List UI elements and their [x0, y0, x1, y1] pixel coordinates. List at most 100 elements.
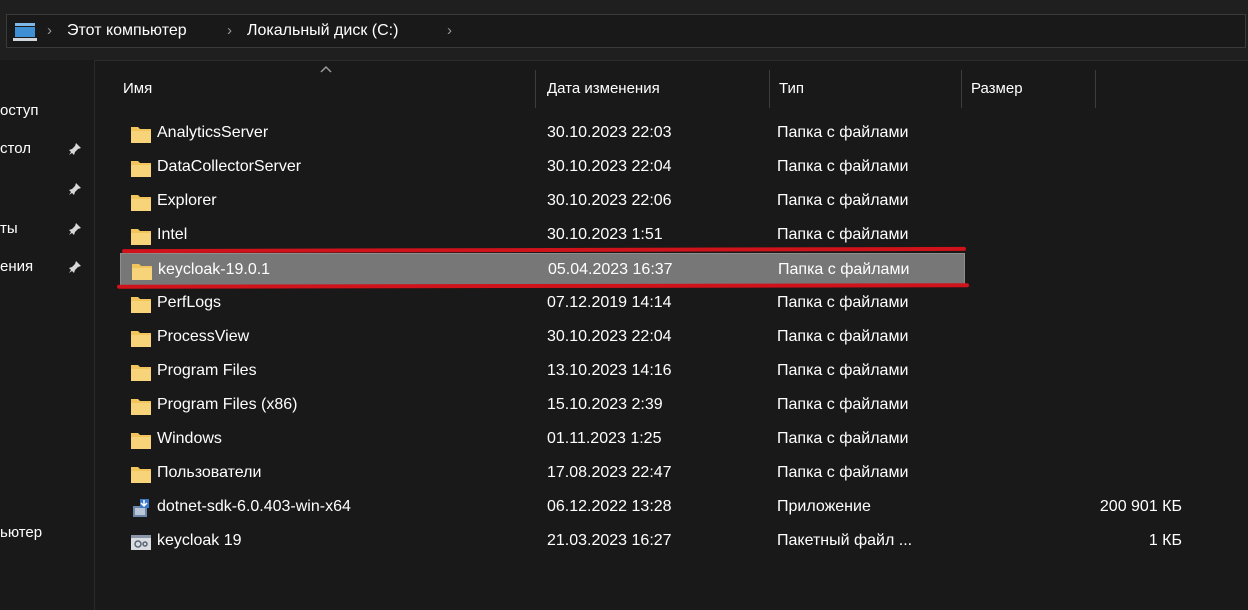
file-row[interactable]: PerfLogs 07.12.2019 14:14 Папка с файлам…	[120, 287, 965, 321]
folder-icon	[131, 433, 151, 449]
file-list: Имя Дата изменения Тип Размер AnalyticsS…	[95, 60, 1248, 610]
column-divider[interactable]	[961, 70, 962, 108]
file-type: Папка с файлами	[777, 226, 909, 243]
column-header-name[interactable]: Имя	[123, 80, 152, 97]
folder-icon	[131, 161, 151, 177]
column-header-type[interactable]: Тип	[779, 80, 804, 97]
this-pc-icon[interactable]	[11, 21, 39, 43]
file-type: Папка с файлами	[777, 362, 909, 379]
nav-item-pinned[interactable]	[0, 178, 94, 202]
file-type: Папка с файлами	[777, 158, 909, 175]
file-date: 17.08.2023 22:47	[547, 464, 672, 481]
file-type: Папка с файлами	[777, 192, 909, 209]
address-bar: › Этот компьютер › Локальный диск (C:) ›	[0, 0, 1248, 61]
chevron-right-icon: ›	[227, 22, 232, 39]
pin-icon	[69, 223, 81, 235]
file-date: 07.12.2019 14:14	[547, 294, 672, 311]
column-divider[interactable]	[769, 70, 770, 108]
column-header-date[interactable]: Дата изменения	[547, 80, 660, 97]
file-size: 1 КБ	[1148, 532, 1182, 549]
file-row-selected[interactable]: keycloak-19.0.1 05.04.2023 16:37 Папка с…	[120, 253, 965, 287]
file-row[interactable]: AnalyticsServer 30.10.2023 22:03 Папка с…	[120, 117, 965, 151]
nav-item-desktop[interactable]: стол	[0, 138, 94, 162]
file-name: Intel	[157, 226, 188, 243]
chevron-right-icon[interactable]: ›	[447, 22, 452, 39]
file-date: 21.03.2023 16:27	[547, 532, 672, 549]
nav-item-label: ения	[0, 258, 34, 275]
file-date: 30.10.2023 22:06	[547, 192, 672, 209]
file-name: ProcessView	[157, 328, 250, 345]
nav-item-label: стол	[0, 140, 31, 157]
file-name: Program Files	[157, 362, 257, 379]
folder-icon	[131, 467, 151, 483]
pin-icon	[69, 183, 81, 195]
column-header-size[interactable]: Размер	[971, 80, 1023, 97]
folder-icon	[131, 195, 151, 211]
nav-item-label: оступ	[0, 102, 39, 119]
nav-item-label: ты	[0, 220, 18, 237]
file-type: Папка с файлами	[777, 328, 909, 345]
installer-icon	[133, 499, 149, 517]
navigation-pane: оступ стол ты ения ьютер	[0, 60, 95, 610]
file-type: Папка с файлами	[777, 124, 909, 141]
folder-icon	[131, 127, 151, 143]
file-row[interactable]: DataCollectorServer 30.10.2023 22:04 Пап…	[120, 151, 965, 185]
nav-item-this-pc[interactable]: ьютер	[0, 522, 94, 546]
file-name: AnalyticsServer	[157, 124, 269, 141]
folder-icon	[131, 399, 151, 415]
file-type: Папка с файлами	[777, 396, 909, 413]
file-name: DataCollectorServer	[157, 158, 302, 175]
folder-icon	[132, 264, 152, 280]
file-row[interactable]: Explorer 30.10.2023 22:06 Папка с файлам…	[120, 185, 965, 219]
chevron-right-icon: ›	[47, 22, 52, 39]
file-row[interactable]: Program Files (x86) 15.10.2023 2:39 Папк…	[120, 389, 965, 423]
pin-icon	[69, 261, 81, 273]
file-row[interactable]: ProcessView 30.10.2023 22:04 Папка с фай…	[120, 321, 965, 355]
batch-file-icon	[131, 535, 151, 550]
folder-icon	[131, 365, 151, 381]
folder-icon	[131, 297, 151, 313]
file-type: Приложение	[777, 498, 871, 515]
file-row[interactable]: Windows 01.11.2023 1:25 Папка с файлами	[120, 423, 965, 457]
nav-item-documents[interactable]: ты	[0, 218, 94, 242]
file-name: PerfLogs	[157, 294, 222, 311]
file-type: Пакетный файл ...	[777, 532, 913, 549]
file-name: Program Files (x86)	[157, 396, 298, 413]
file-name: Пользователи	[157, 464, 262, 481]
file-date: 30.10.2023 1:51	[547, 226, 663, 243]
address-field[interactable]: › Этот компьютер › Локальный диск (C:) ›	[6, 14, 1246, 48]
file-date: 05.04.2023 16:37	[548, 261, 673, 278]
file-size: 200 901 КБ	[1099, 498, 1182, 515]
file-name: Windows	[157, 430, 222, 447]
file-row[interactable]: Program Files 13.10.2023 14:16 Папка с ф…	[120, 355, 965, 389]
file-row[interactable]: keycloak 19 21.03.2023 16:27 Пакетный фа…	[120, 525, 1182, 559]
file-date: 13.10.2023 14:16	[547, 362, 672, 379]
file-date: 30.10.2023 22:04	[547, 158, 672, 175]
breadcrumb-local-disk[interactable]: Локальный диск (C:)	[247, 22, 398, 40]
column-header-row: Имя Дата изменения Тип Размер	[95, 60, 1248, 120]
file-row[interactable]: Пользователи 17.08.2023 22:47 Папка с фа…	[120, 457, 965, 491]
file-date: 30.10.2023 22:04	[547, 328, 672, 345]
file-name: keycloak-19.0.1	[158, 261, 271, 278]
pin-icon	[69, 143, 81, 155]
file-date: 30.10.2023 22:03	[547, 124, 672, 141]
folder-icon	[131, 229, 151, 245]
breadcrumb-this-pc[interactable]: Этот компьютер	[67, 22, 187, 40]
file-date: 06.12.2022 13:28	[547, 498, 672, 515]
file-name: dotnet-sdk-6.0.403-win-x64	[157, 498, 351, 515]
column-divider[interactable]	[535, 70, 536, 108]
file-date: 01.11.2023 1:25	[547, 430, 662, 447]
folder-icon	[131, 331, 151, 347]
file-type: Папка с файлами	[778, 261, 910, 278]
file-row[interactable]: dotnet-sdk-6.0.403-win-x64 06.12.2022 13…	[120, 491, 1182, 525]
file-date: 15.10.2023 2:39	[547, 396, 663, 413]
file-name: Explorer	[157, 192, 217, 209]
column-divider[interactable]	[1095, 70, 1096, 108]
file-type: Папка с файлами	[777, 430, 909, 447]
file-name: keycloak 19	[157, 532, 242, 549]
sort-ascending-icon	[320, 65, 332, 73]
nav-item-images[interactable]: ения	[0, 256, 94, 280]
nav-item-quick-access[interactable]: оступ	[0, 100, 94, 124]
nav-item-label: ьютер	[0, 524, 43, 541]
file-type: Папка с файлами	[777, 464, 909, 481]
